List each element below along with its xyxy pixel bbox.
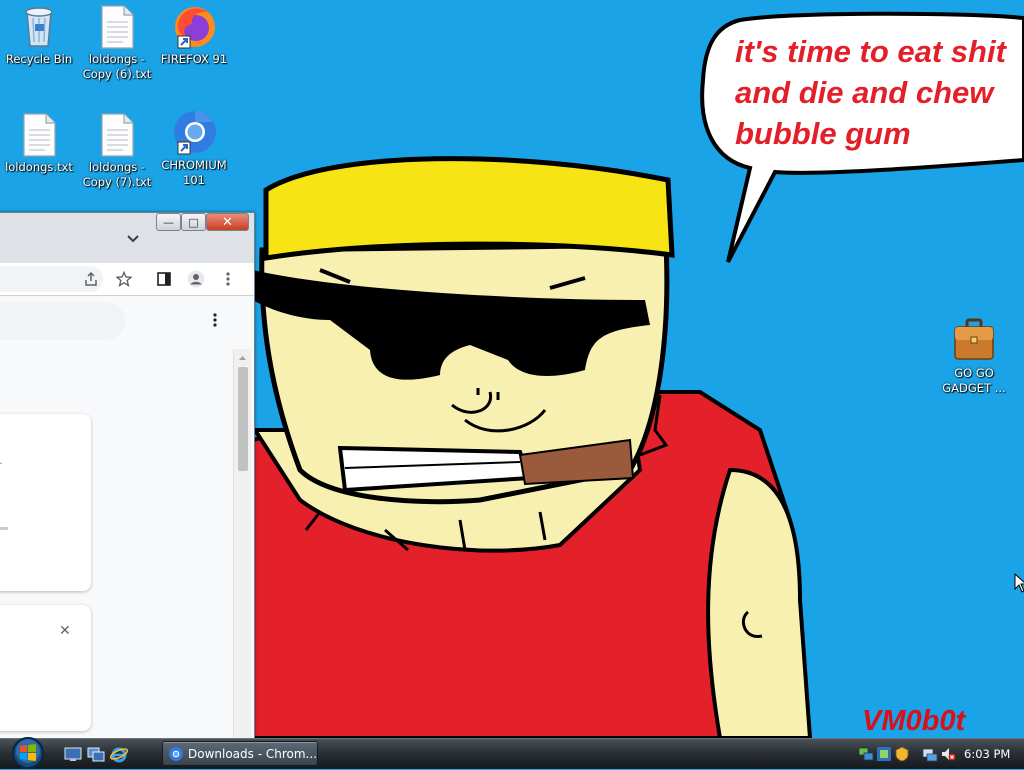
desktop-icon-label: loldongs - Copy (7).txt: [82, 160, 152, 189]
progress-track: [0, 527, 8, 530]
close-icon[interactable]: ✕: [59, 623, 71, 639]
downloads-page: ... ✕: [0, 296, 254, 738]
text-file-icon: [15, 110, 63, 158]
speech-line-3: bubble gum: [735, 116, 911, 151]
network-icon[interactable]: [858, 746, 874, 762]
desktop: it's time to eat shit and die and chew b…: [0, 0, 1024, 738]
speech-line-1: it's time to eat shit: [735, 34, 1008, 69]
download-item-card[interactable]: ...: [0, 414, 91, 591]
text-file-icon: [93, 110, 141, 158]
desktop-icon-loldongs[interactable]: loldongs.txt: [1, 110, 77, 175]
taskbar: Downloads - Chrom... 6:03 PM: [0, 736, 1024, 770]
system-clock[interactable]: 6:03 PM: [964, 747, 1010, 761]
desktop-icon-label: FIREFOX 91: [160, 52, 228, 66]
text-file-icon: [93, 2, 141, 50]
volume-muted-icon[interactable]: [940, 746, 956, 762]
wallpaper-signature: VM0b0t: [862, 705, 966, 737]
windows-update-icon[interactable]: [894, 746, 910, 762]
star-icon[interactable]: [115, 270, 133, 288]
switch-windows-icon[interactable]: [87, 745, 105, 763]
profile-icon[interactable]: [187, 270, 205, 288]
browser-window[interactable]: — □ ✕ ✕: [0, 212, 255, 738]
desktop-icon-loldongs-copy-6[interactable]: loldongs - Copy (6).txt: [79, 2, 155, 82]
network-status-icon[interactable]: [922, 746, 938, 762]
window-caption-buttons: — □ ✕: [156, 213, 249, 231]
desktop-icon-loldongs-copy-7[interactable]: loldongs - Copy (7).txt: [79, 110, 155, 190]
more-actions-icon[interactable]: [212, 312, 220, 330]
download-item-card[interactable]: ✕: [0, 605, 91, 731]
speech-line-2: and die and chew: [735, 75, 995, 110]
scrollbar-thumb[interactable]: [238, 367, 248, 471]
hat: [263, 156, 675, 261]
share-icon[interactable]: [82, 270, 100, 288]
taskbar-button-label: Downloads - Chrom...: [188, 746, 317, 761]
minimize-button[interactable]: —: [156, 213, 181, 231]
scroll-up-arrow-icon[interactable]: [234, 352, 251, 364]
taskbar-button-chrome-downloads[interactable]: Downloads - Chrom...: [162, 741, 318, 766]
maximize-button[interactable]: □: [181, 213, 206, 231]
more-vert-icon[interactable]: [219, 270, 237, 288]
recycle-bin-icon: [15, 2, 63, 50]
briefcase-icon: [950, 316, 998, 364]
desktop-icon-go-go-gadget[interactable]: GO GO GADGET ...: [936, 316, 1012, 396]
search-downloads-input[interactable]: [0, 302, 125, 340]
start-button[interactable]: [6, 736, 50, 770]
mouse-cursor-icon: [1014, 573, 1024, 593]
browser-titlebar[interactable]: — □ ✕: [0, 213, 254, 263]
internet-explorer-icon[interactable]: [110, 745, 128, 763]
browser-toolbar: [0, 263, 254, 296]
desktop-icon-recycle-bin[interactable]: Recycle Bin: [1, 2, 77, 67]
desktop-icon-label: GO GO GADGET ...: [942, 366, 1006, 395]
chevron-down-icon[interactable]: [125, 231, 141, 247]
close-button[interactable]: ✕: [206, 213, 249, 231]
side-panel-icon[interactable]: [155, 270, 173, 288]
desktop-icon-firefox[interactable]: FIREFOX 91: [156, 2, 232, 67]
desktop-icon-label: loldongs - Copy (6).txt: [82, 52, 152, 81]
desktop-icon-chromium[interactable]: CHROMIUM 101: [156, 108, 232, 188]
desktop-icon-label: loldongs.txt: [5, 160, 73, 174]
show-desktop-icon[interactable]: [64, 745, 82, 763]
firefox-icon: [170, 2, 218, 50]
desktop-icon-label: Recycle Bin: [5, 52, 73, 66]
chromium-icon: [170, 108, 218, 156]
truncated-text: ...: [0, 456, 3, 467]
desktop-icon-label: CHROMIUM 101: [161, 158, 227, 187]
scrollbar[interactable]: [233, 349, 251, 738]
chromium-icon: [169, 746, 183, 761]
security-center-icon[interactable]: [876, 746, 892, 762]
